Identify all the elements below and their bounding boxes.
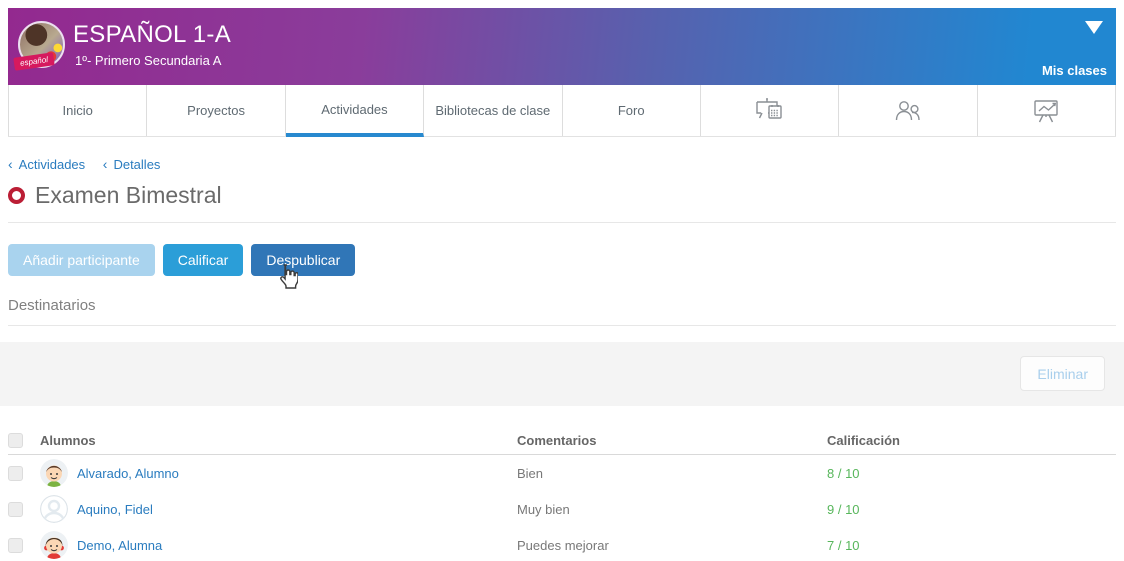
tab-actividades-label: Actividades — [321, 102, 387, 117]
student-name-link[interactable]: Aquino, Fidel — [77, 502, 153, 517]
board-calendar-icon — [754, 97, 785, 124]
tab-proyectos-label: Proyectos — [187, 103, 245, 118]
student-cell: Alvarado, Alumno — [40, 459, 517, 487]
main-content: ‹Actividades ‹Detalles Examen Bimestral … — [0, 156, 1124, 561]
page-title: Examen Bimestral — [35, 182, 222, 209]
page: español ESPAÑOL 1-A 1º- Primero Secundar… — [0, 0, 1124, 561]
tab-foro[interactable]: Foro — [563, 85, 701, 136]
table-row: Demo, Alumna Puedes mejorar 7 / 10 — [8, 527, 1116, 561]
class-title: ESPAÑOL 1-A — [73, 21, 231, 49]
comment-cell: Puedes mejorar — [517, 538, 827, 553]
tab-bibliotecas-label: Bibliotecas de clase — [435, 103, 550, 118]
row-checkbox[interactable] — [8, 502, 23, 517]
column-header-students: Alumnos — [40, 433, 517, 448]
tab-bar: Inicio Proyectos Actividades Bibliotecas… — [8, 85, 1116, 137]
class-subtitle: 1º- Primero Secundaria A — [75, 53, 221, 68]
breadcrumb-detalles[interactable]: ‹Detalles — [103, 157, 161, 172]
selection-toolbar: Eliminar — [0, 342, 1124, 406]
tab-members[interactable] — [839, 85, 977, 136]
action-buttons: Añadir participante Calificar Despublica… — [8, 244, 1116, 276]
divider — [8, 222, 1116, 223]
breadcrumb-actividades[interactable]: ‹Actividades — [8, 157, 85, 172]
column-header-grade: Calificación — [827, 433, 1116, 448]
student-avatar — [40, 531, 68, 559]
tab-inicio[interactable]: Inicio — [8, 85, 147, 136]
delete-button[interactable]: Eliminar — [1020, 356, 1105, 391]
class-avatar: español — [18, 21, 65, 68]
tab-bibliotecas[interactable]: Bibliotecas de clase — [424, 85, 562, 136]
recipients-table: Alumnos Comentarios Calificación — [8, 427, 1116, 561]
table-header-row: Alumnos Comentarios Calificación — [8, 427, 1116, 455]
tab-inicio-label: Inicio — [63, 103, 93, 118]
grade-cell: 8 / 10 — [827, 466, 1116, 481]
members-icon — [892, 98, 924, 124]
row-checkbox[interactable] — [8, 538, 23, 553]
progress-chart-icon — [1031, 97, 1061, 125]
student-cell: Aquino, Fidel — [40, 495, 517, 523]
student-cell: Demo, Alumna — [40, 531, 517, 559]
student-name-link[interactable]: Alvarado, Alumno — [77, 466, 179, 481]
tab-progress[interactable] — [978, 85, 1116, 136]
column-header-comments: Comentarios — [517, 433, 827, 448]
grade-button[interactable]: Calificar — [163, 244, 244, 276]
student-name-link[interactable]: Demo, Alumna — [77, 538, 162, 553]
row-checkbox[interactable] — [8, 466, 23, 481]
recipients-section-label: Destinatarios — [8, 297, 1116, 314]
table-row: Alvarado, Alumno Bien 8 / 10 — [8, 455, 1116, 491]
select-all-checkbox[interactable] — [8, 433, 23, 448]
comment-cell: Bien — [517, 466, 827, 481]
class-header: español ESPAÑOL 1-A 1º- Primero Secundar… — [8, 8, 1116, 85]
tab-actividades[interactable]: Actividades — [286, 85, 424, 137]
tab-foro-label: Foro — [618, 103, 645, 118]
grade-cell: 9 / 10 — [827, 502, 1116, 517]
my-classes-link[interactable]: Mis clases — [1042, 63, 1107, 78]
activity-status-ring-icon — [8, 187, 25, 204]
unpublish-button[interactable]: Despublicar — [251, 244, 355, 276]
student-avatar-placeholder — [40, 495, 68, 523]
breadcrumb: ‹Actividades ‹Detalles — [8, 156, 1116, 172]
breadcrumb-separator: ‹ — [103, 156, 108, 172]
student-avatar — [40, 459, 68, 487]
chevron-down-icon[interactable] — [1085, 21, 1103, 34]
divider — [8, 325, 1116, 326]
tab-planner[interactable] — [701, 85, 839, 136]
table-row: Aquino, Fidel Muy bien 9 / 10 — [8, 491, 1116, 527]
class-avatar-ribbon: español — [13, 52, 54, 70]
grade-cell: 7 / 10 — [827, 538, 1116, 553]
title-row: Examen Bimestral — [8, 182, 1116, 209]
breadcrumb-separator: ‹ — [8, 156, 13, 172]
add-participant-button[interactable]: Añadir participante — [8, 244, 155, 276]
tab-proyectos[interactable]: Proyectos — [147, 85, 285, 136]
comment-cell: Muy bien — [517, 502, 827, 517]
